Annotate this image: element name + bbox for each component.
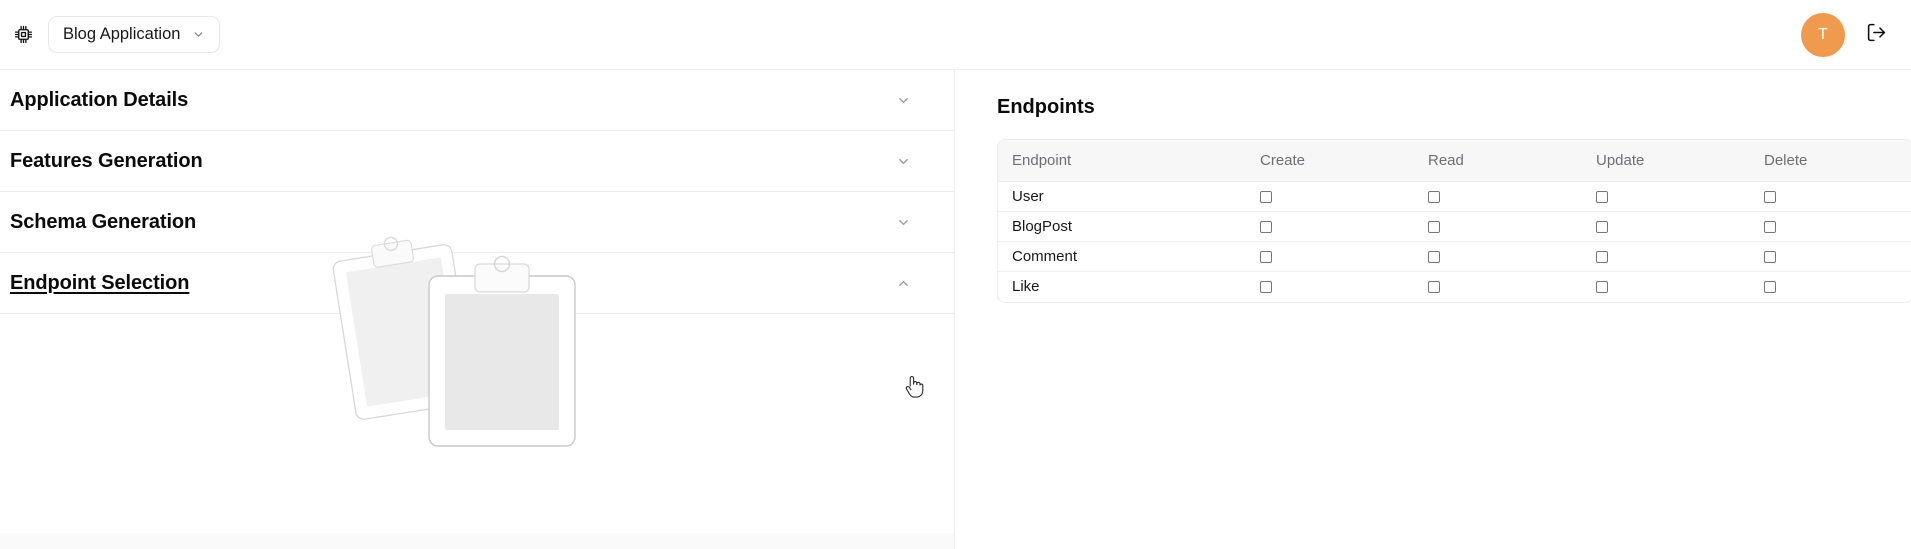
checkbox-like-create[interactable] <box>1260 281 1272 294</box>
checkbox-blogpost-delete[interactable] <box>1764 221 1776 234</box>
endpoint-delete-cell <box>1764 272 1911 302</box>
checkbox-comment-read[interactable] <box>1428 251 1440 264</box>
endpoint-delete-cell <box>1764 211 1911 242</box>
avatar-initial: T <box>1817 25 1829 43</box>
endpoint-update-cell <box>1596 272 1764 302</box>
logout-icon <box>1866 22 1887 48</box>
checkbox-blogpost-create[interactable] <box>1260 221 1272 234</box>
column-header-create: Create <box>1260 140 1428 182</box>
column-header-endpoint: Endpoint <box>998 140 1260 182</box>
chevron-down-icon[interactable] <box>892 89 914 111</box>
table-row: BlogPost <box>998 211 1911 242</box>
column-header-read: Read <box>1428 140 1596 182</box>
endpoint-read-cell <box>1428 241 1596 272</box>
endpoints-table-container: Endpoint Create Read Update Delete User <box>997 139 1911 303</box>
accordion-item-application-details[interactable]: Application Details <box>0 70 954 131</box>
avatar[interactable]: T <box>1801 12 1845 57</box>
endpoint-update-cell <box>1596 211 1764 242</box>
accordion-title-application-details: Application Details <box>10 88 189 111</box>
endpoints-table-body: User BlogPost Comment Like <box>998 181 1911 302</box>
checkbox-comment-create[interactable] <box>1260 251 1272 264</box>
endpoint-name-cell: Like <box>1012 278 1040 296</box>
endpoint-update-cell <box>1596 241 1764 272</box>
application-select-button[interactable]: Blog Application <box>48 16 221 53</box>
endpoint-delete-cell <box>1764 181 1911 212</box>
checkbox-user-update[interactable] <box>1596 191 1608 204</box>
endpoint-create-cell <box>1260 272 1428 302</box>
left-panel: Application Details Features Generation … <box>0 70 955 549</box>
endpoint-create-cell <box>1260 181 1428 212</box>
clipboard-empty-state-illustration <box>332 236 576 447</box>
logout-button[interactable] <box>1863 22 1889 48</box>
checkbox-like-read[interactable] <box>1428 281 1440 294</box>
table-row: Comment <box>998 241 1911 272</box>
checkbox-blogpost-update[interactable] <box>1596 221 1608 234</box>
checkbox-user-delete[interactable] <box>1764 191 1776 204</box>
endpoint-create-cell <box>1260 211 1428 242</box>
right-panel: Endpoints Endpoint Create Read Update De… <box>955 70 1911 549</box>
endpoint-read-cell <box>1428 211 1596 242</box>
chevron-down-icon <box>192 28 205 41</box>
endpoint-read-cell <box>1428 272 1596 302</box>
checkbox-blogpost-read[interactable] <box>1428 221 1440 234</box>
chip-icon <box>10 22 36 48</box>
endpoints-table: Endpoint Create Read Update Delete User <box>998 140 1911 302</box>
column-header-delete: Delete <box>1764 140 1911 182</box>
top-bar: Blog Application T <box>0 0 1911 70</box>
endpoint-name-cell: BlogPost <box>998 211 1260 242</box>
checkbox-user-create[interactable] <box>1260 191 1272 204</box>
bottom-fade-strip <box>0 533 954 549</box>
checkbox-like-delete[interactable] <box>1764 281 1776 294</box>
table-row: Like <box>998 272 1911 302</box>
endpoint-read-cell <box>1428 181 1596 212</box>
checkbox-user-read[interactable] <box>1428 191 1440 204</box>
endpoint-name-cell: Comment <box>998 241 1260 272</box>
body-container: Application Details Features Generation … <box>0 70 1911 549</box>
application-select-label: Blog Application <box>63 25 181 43</box>
endpoint-create-cell <box>1260 241 1428 272</box>
checkbox-comment-delete[interactable] <box>1764 251 1776 264</box>
table-row: User <box>998 181 1911 212</box>
endpoints-table-head: Endpoint Create Read Update Delete <box>998 140 1911 182</box>
checkbox-like-update[interactable] <box>1596 281 1608 294</box>
endpoint-update-cell <box>1596 181 1764 212</box>
checkbox-comment-update[interactable] <box>1596 251 1608 264</box>
empty-state-container <box>0 131 954 549</box>
endpoints-title: Endpoints <box>997 96 1095 118</box>
column-header-update: Update <box>1596 140 1764 182</box>
endpoints-table-header-row: Endpoint Create Read Update Delete <box>998 140 1911 182</box>
endpoint-name-cell: User <box>998 181 1260 212</box>
endpoint-delete-cell <box>1764 241 1911 272</box>
